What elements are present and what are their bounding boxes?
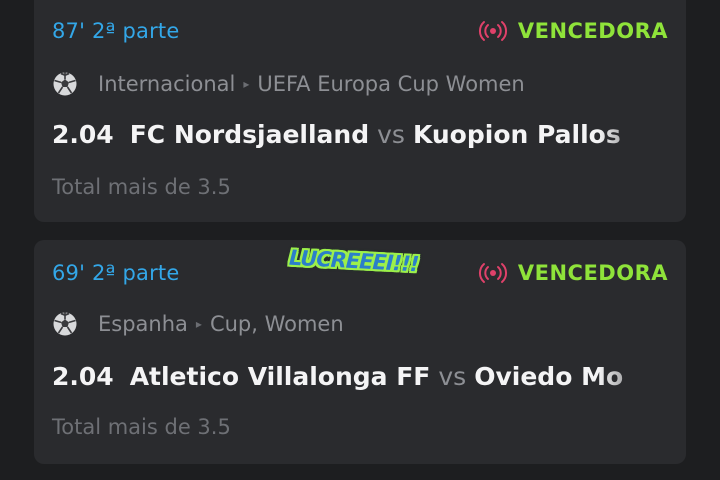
live-broadcast-icon	[478, 21, 507, 41]
chevron-right-icon: ▸	[243, 77, 250, 91]
soccer-ball-icon	[53, 72, 77, 96]
home-team: FC Nordsjaelland	[129, 119, 370, 149]
odd-value: 2.04	[52, 119, 114, 149]
bet-status: VENCEDORA	[478, 19, 668, 43]
market-label: Total mais de 3.5	[52, 175, 231, 199]
league-label: UEFA Europa Cup Women	[257, 72, 525, 96]
match-time: 69' 2ª parte	[52, 261, 180, 285]
country-label: Espanha	[98, 312, 188, 336]
bet-card[interactable]: 87' 2ª parte VENCEDORA Internacional ▸ U…	[34, 0, 686, 222]
breadcrumb: Internacional ▸ UEFA Europa Cup Women	[52, 67, 668, 101]
match-line: 2.04 Atletico Villalonga FF vs Oviedo Mo	[52, 356, 668, 396]
bet-card[interactable]: 69' 2ª parte VENCEDORA Espanha ▸ Cup, Wo…	[34, 240, 686, 464]
vs-separator: vs	[438, 361, 467, 391]
odd-value: 2.04	[52, 361, 114, 391]
bet-status: VENCEDORA	[478, 261, 668, 285]
match-line: 2.04 FC Nordsjaelland vs Kuopion Pallos	[52, 114, 668, 154]
chevron-right-icon: ▸	[195, 317, 202, 331]
league-label: Cup, Women	[209, 312, 344, 336]
status-label: VENCEDORA	[517, 261, 668, 285]
country-label: Internacional	[98, 72, 236, 96]
status-label: VENCEDORA	[517, 19, 668, 43]
market-line: Total mais de 3.5	[52, 412, 668, 442]
live-broadcast-icon	[478, 263, 507, 283]
market-label: Total mais de 3.5	[52, 415, 231, 439]
away-team: Kuopion Pallos	[412, 119, 621, 149]
text-fade	[598, 67, 668, 101]
home-team: Atletico Villalonga FF	[129, 361, 431, 391]
breadcrumb: Espanha ▸ Cup, Women	[52, 307, 668, 341]
soccer-ball-icon	[53, 312, 77, 336]
market-line: Total mais de 3.5	[52, 172, 668, 202]
bet-header: 87' 2ª parte VENCEDORA	[52, 16, 668, 46]
vs-separator: vs	[377, 119, 405, 149]
match-time: 87' 2ª parte	[52, 19, 180, 43]
away-team: Oviedo Mo	[474, 361, 624, 391]
